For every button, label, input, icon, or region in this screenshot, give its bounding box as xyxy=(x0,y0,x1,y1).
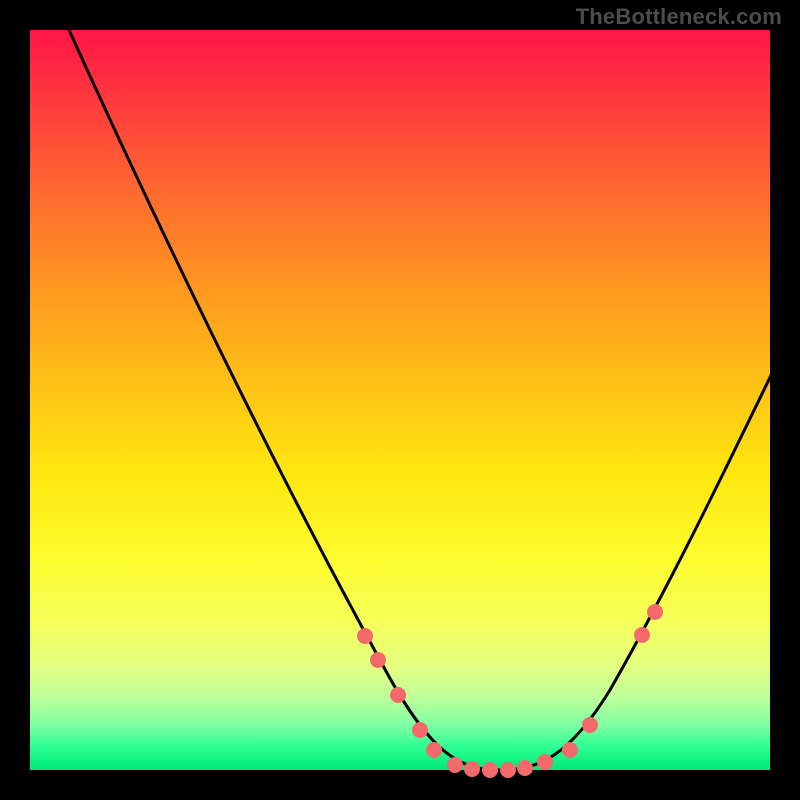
data-point-marker xyxy=(464,761,480,777)
data-point-marker xyxy=(357,628,373,644)
marker-group xyxy=(357,604,663,778)
watermark-text: TheBottleneck.com xyxy=(576,4,782,30)
data-point-marker xyxy=(447,757,463,773)
chart-frame: TheBottleneck.com xyxy=(0,0,800,800)
data-point-marker xyxy=(634,627,650,643)
data-point-marker xyxy=(647,604,663,620)
data-point-marker xyxy=(370,652,386,668)
data-point-marker xyxy=(426,742,442,758)
curve-line xyxy=(60,10,776,770)
data-point-marker xyxy=(412,722,428,738)
data-point-marker xyxy=(517,760,533,776)
data-point-marker xyxy=(537,754,553,770)
data-point-marker xyxy=(390,687,406,703)
data-point-marker xyxy=(582,717,598,733)
data-point-marker xyxy=(500,762,516,778)
data-point-marker xyxy=(562,742,578,758)
chart-svg xyxy=(30,30,770,770)
plot-area xyxy=(30,30,770,770)
data-point-marker xyxy=(482,762,498,778)
